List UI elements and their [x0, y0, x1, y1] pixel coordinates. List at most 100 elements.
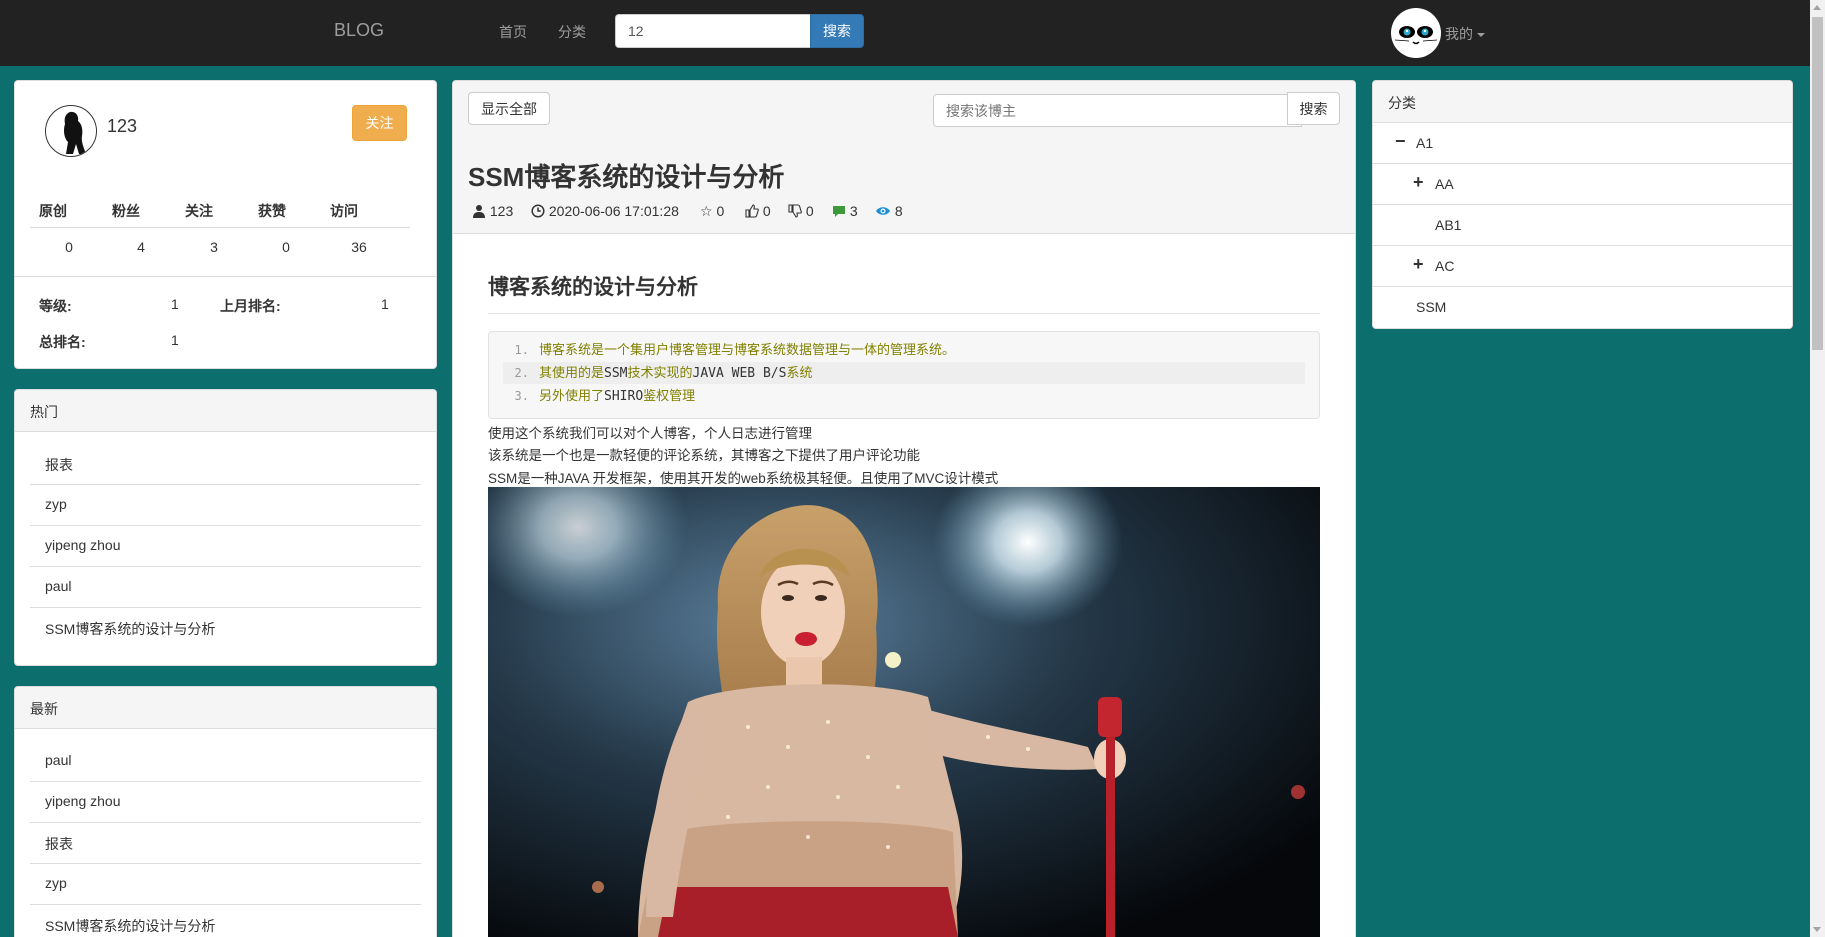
like-meta[interactable]: 0 — [745, 203, 771, 219]
profile-panel: 123 关注 原创 粉丝 关注 获赞 访问 0 4 3 0 36 等级: 1 上… — [14, 80, 437, 369]
stat-label-visits: 访问 — [330, 203, 358, 219]
stat-label-fans: 粉丝 — [112, 203, 140, 219]
stat-label-likes: 获赞 — [258, 203, 286, 219]
follow-button[interactable]: 关注 — [352, 105, 407, 141]
plus-icon[interactable]: + — [1413, 254, 1424, 275]
line-number: 2. — [514, 366, 529, 380]
profile-username[interactable]: 123 — [107, 116, 137, 137]
category-label: AA — [1435, 176, 1454, 192]
star-meta[interactable]: ☆ 0 — [700, 203, 724, 220]
hot-item[interactable]: paul — [30, 567, 421, 608]
caret-down-icon — [1477, 33, 1485, 38]
scroll-up-arrow-icon[interactable] — [1813, 5, 1821, 10]
category-item-a1[interactable]: − A1 — [1373, 123, 1792, 164]
publish-datetime: 2020-06-06 17:01:28 — [548, 203, 679, 219]
plus-icon[interactable]: + — [1413, 172, 1424, 193]
latest-item[interactable]: yipeng zhou — [30, 782, 421, 823]
paragraph: SSM是一种JAVA 开发框架，使用其开发的web系统极其轻便。且使用了MVC设… — [488, 471, 999, 486]
hot-panel: 热门 报表 zyp yipeng zhou paul SSM博客系统的设计与分析 — [14, 389, 437, 666]
total-rank-label: 总排名: — [39, 334, 86, 350]
code-block: 1. 博客系统是一个集用户博客管理与博客系统数据管理与一体的管理系统。 2. 其使用… — [488, 331, 1320, 419]
total-rank-value: 1 — [171, 332, 179, 348]
latest-item[interactable]: zyp — [30, 864, 421, 905]
latest-item[interactable]: paul — [30, 741, 421, 782]
category-label: A1 — [1416, 135, 1434, 151]
hot-item[interactable]: zyp — [30, 485, 421, 526]
stats-divider — [30, 227, 410, 228]
dislike-meta[interactable]: 0 — [788, 203, 814, 219]
nav-home-link[interactable]: 首页 — [499, 22, 527, 42]
line-number: 3. — [514, 389, 529, 403]
dislike-count: 0 — [805, 203, 814, 219]
paragraph: 该系统是一个也是一款轻便的评论系统，其博客之下提供了用户评论功能 — [488, 448, 920, 463]
thumbs-up-icon — [745, 204, 759, 218]
blogger-search-input[interactable] — [933, 94, 1302, 127]
hot-item[interactable]: SSM博客系统的设计与分析 — [30, 608, 421, 649]
scroll-thumb[interactable] — [1812, 17, 1823, 350]
category-label: SSM — [1416, 299, 1447, 315]
latest-item[interactable]: 报表 — [30, 823, 421, 864]
paragraph: 使用这个系统我们可以对个人博客，个人日志进行管理 — [488, 426, 812, 441]
concert-singer-image — [488, 487, 1320, 937]
nav-search-button[interactable]: 搜索 — [810, 14, 864, 48]
line-number: 1. — [514, 343, 529, 357]
profile-avatar[interactable] — [45, 105, 97, 157]
star-icon: ☆ — [700, 203, 713, 219]
content-heading: 博客系统的设计与分析 — [488, 276, 698, 299]
nav-category-link[interactable]: 分类 — [558, 22, 586, 42]
hot-heading: 热门 — [15, 390, 436, 432]
comment-icon — [833, 206, 845, 217]
blogger-search-button[interactable]: 搜索 — [1287, 92, 1340, 125]
user-menu-dropdown[interactable]: 我的 — [1445, 24, 1485, 44]
comment-meta[interactable]: 3 — [832, 203, 858, 219]
category-label: AC — [1435, 258, 1455, 274]
category-heading: 分类 — [1373, 81, 1792, 123]
code-line: 3. 另外使用了SHIRO鉴权管理 — [503, 385, 1305, 407]
view-count: 8 — [894, 203, 903, 219]
category-item-aa[interactable]: + AA — [1373, 164, 1792, 205]
level-value: 1 — [171, 296, 179, 312]
stat-value-likes: 0 — [282, 239, 290, 255]
last-month-rank-label: 上月排名: — [220, 298, 281, 314]
silhouette-icon — [64, 111, 86, 154]
cat-face-icon — [1394, 26, 1438, 45]
top-navbar: BLOG 首页 分类 搜索 我的 — [0, 0, 1810, 66]
level-label: 等级: — [39, 298, 72, 314]
latest-item[interactable]: SSM博客系统的设计与分析 — [30, 905, 421, 937]
thumbs-down-icon — [788, 204, 802, 218]
category-item-ssm[interactable]: SSM — [1373, 287, 1792, 328]
rank-divider — [15, 276, 436, 277]
page-scrollbar[interactable] — [1810, 0, 1825, 937]
last-month-rank-value: 1 — [381, 296, 389, 312]
view-meta: 8 — [875, 203, 903, 219]
nav-search-input[interactable] — [615, 14, 811, 48]
content-heading-divider — [488, 313, 1320, 314]
like-count: 0 — [762, 203, 771, 219]
stat-value-fans: 4 — [137, 239, 145, 255]
minus-icon[interactable]: − — [1395, 131, 1406, 152]
latest-panel: 最新 paul yipeng zhou 报表 zyp SSM博客系统的设计与分析 — [14, 686, 437, 937]
code-line: 1. 博客系统是一个集用户博客管理与博客系统数据管理与一体的管理系统。 — [503, 339, 1305, 361]
category-panel: 分类 − A1 + AA AB1 + AC SSM — [1372, 80, 1793, 329]
hot-item[interactable]: 报表 — [30, 444, 421, 485]
user-avatar[interactable] — [1391, 8, 1441, 58]
scroll-down-arrow-icon[interactable] — [1813, 927, 1821, 932]
stat-label-following: 关注 — [185, 203, 213, 219]
category-item-ac[interactable]: + AC — [1373, 246, 1792, 287]
latest-heading: 最新 — [15, 687, 436, 729]
stat-value-original: 0 — [65, 239, 73, 255]
code-line: 2. 其使用的是SSM技术实现的JAVA WEB B/S系统 — [503, 362, 1305, 384]
author-name: 123 — [489, 203, 514, 219]
user-menu-label: 我的 — [1445, 26, 1473, 42]
brand-logo[interactable]: BLOG — [334, 20, 384, 41]
category-item-ab1[interactable]: AB1 — [1373, 205, 1792, 246]
article-title: SSM博客系统的设计与分析 — [468, 162, 785, 192]
stat-value-following: 3 — [210, 239, 218, 255]
article-photo — [488, 487, 1320, 937]
author-meta[interactable]: 123 — [472, 203, 513, 219]
stat-value-visits: 36 — [351, 239, 367, 255]
hot-item[interactable]: yipeng zhou — [30, 526, 421, 567]
clock-icon — [531, 204, 545, 218]
category-label: AB1 — [1435, 217, 1462, 233]
show-all-button[interactable]: 显示全部 — [468, 92, 550, 125]
